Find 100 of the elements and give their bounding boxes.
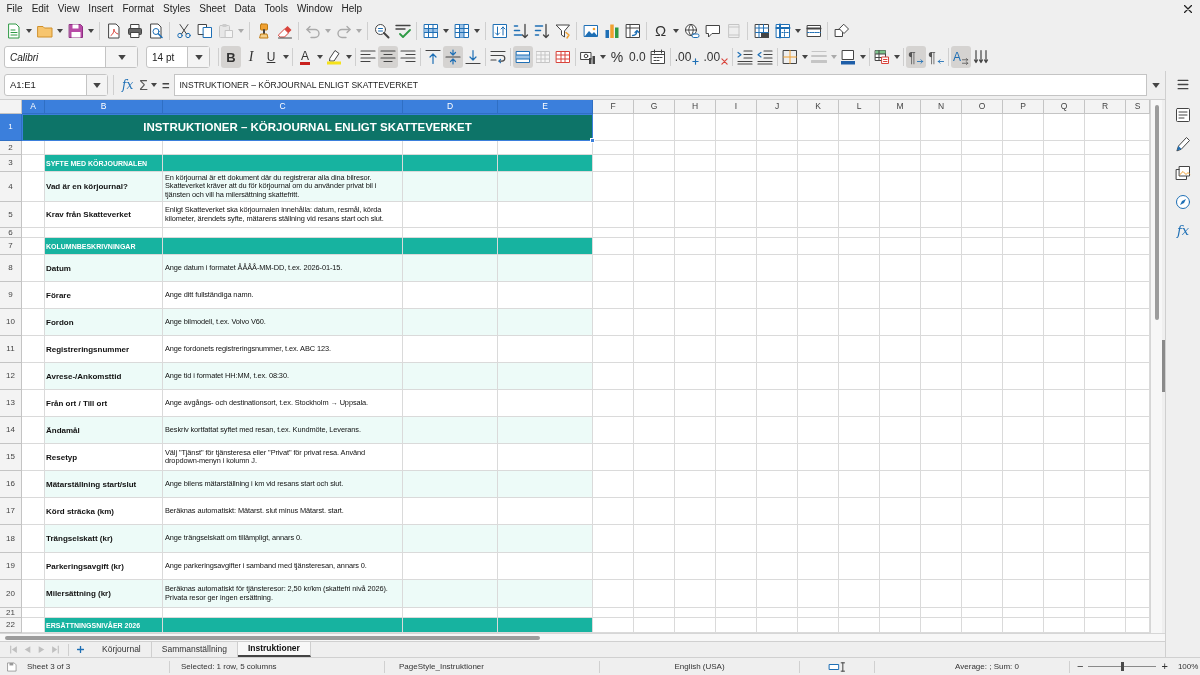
row-header[interactable]: 1 xyxy=(0,114,22,141)
properties-icon[interactable] xyxy=(1175,106,1191,123)
menu-item[interactable]: Edit xyxy=(27,4,54,14)
align-middle-button[interactable] xyxy=(443,46,463,68)
column-header[interactable]: B xyxy=(45,100,163,114)
sum-button[interactable]: Σ xyxy=(136,78,148,92)
row-header[interactable]: 6 xyxy=(0,228,22,238)
right-to-left-button[interactable]: ¶ xyxy=(926,46,947,68)
menu-item[interactable]: Data xyxy=(229,4,261,14)
caret-icon[interactable] xyxy=(795,28,801,33)
column-header[interactable]: I xyxy=(716,100,757,114)
caret-icon[interactable] xyxy=(345,55,352,59)
font-size-field[interactable]: 14 pt xyxy=(146,46,210,68)
column-header[interactable]: A xyxy=(22,100,45,114)
row-header[interactable]: 20 xyxy=(0,580,22,608)
column-header[interactable]: M xyxy=(880,100,921,114)
row-header[interactable]: 15 xyxy=(0,444,22,471)
align-center-button[interactable] xyxy=(378,46,398,68)
column-header[interactable]: P xyxy=(1003,100,1044,114)
row-header[interactable]: 13 xyxy=(0,390,22,417)
row-header[interactable]: 18 xyxy=(0,525,22,553)
delete-decimal-button[interactable]: .00 xyxy=(701,46,731,68)
function-wizard-button[interactable]: fx xyxy=(119,79,137,91)
add-decimal-button[interactable]: .00 xyxy=(672,46,702,68)
scrollbar-thumb[interactable] xyxy=(5,635,540,640)
column-header[interactable]: F xyxy=(593,100,634,114)
pen-icon[interactable] xyxy=(1175,135,1191,152)
language[interactable]: English (USA) xyxy=(674,662,725,671)
column-header[interactable]: J xyxy=(757,100,798,114)
zoom-value[interactable]: 100% xyxy=(1169,662,1199,671)
column-header[interactable]: R xyxy=(1085,100,1126,114)
sheet-tab[interactable]: Instruktioner xyxy=(237,642,311,657)
caret-icon[interactable] xyxy=(150,83,157,87)
column-header[interactable]: S xyxy=(1126,100,1150,114)
column-header[interactable]: C xyxy=(163,100,403,114)
formula-button[interactable]: = xyxy=(159,78,172,92)
caret-icon[interactable] xyxy=(26,28,32,33)
sidebar-handle[interactable] xyxy=(1162,340,1165,392)
row-header[interactable]: 10 xyxy=(0,309,22,336)
caret-icon[interactable] xyxy=(117,54,126,60)
menu-item[interactable]: Tools xyxy=(260,4,293,14)
row-header[interactable]: 4 xyxy=(0,172,22,202)
row-header[interactable]: 14 xyxy=(0,417,22,444)
caret-icon[interactable] xyxy=(443,28,449,33)
underline-button[interactable]: U xyxy=(261,46,281,68)
column-header[interactable]: L xyxy=(839,100,880,114)
bold-button[interactable]: B xyxy=(221,46,241,68)
column-header[interactable]: G xyxy=(634,100,675,114)
menu-item[interactable]: Help xyxy=(337,4,367,14)
menu-item[interactable]: Styles xyxy=(158,4,195,14)
caret-icon[interactable] xyxy=(673,28,679,33)
vertical-scrollbar[interactable] xyxy=(1150,100,1162,633)
menu-item[interactable]: View xyxy=(53,4,84,14)
selection-mode-icon[interactable] xyxy=(827,661,847,672)
column-header[interactable]: Q xyxy=(1044,100,1085,114)
row-header[interactable]: 22 xyxy=(0,618,22,633)
row-header[interactable]: 5 xyxy=(0,202,22,228)
row-header[interactable]: 19 xyxy=(0,553,22,580)
row-header[interactable]: 11 xyxy=(0,336,22,363)
menu-item[interactable]: Window xyxy=(292,4,337,14)
special-character-button[interactable]: Ω xyxy=(650,19,671,42)
formula-input[interactable]: INSTRUKTIONER – KÖRJOURNAL ENLIGT SKATTEVERKET xyxy=(174,74,1147,96)
italic-button[interactable]: I xyxy=(241,46,261,68)
row-header[interactable]: 2 xyxy=(0,141,22,155)
merge-cells-button[interactable] xyxy=(513,46,533,68)
left-to-right-button[interactable]: ¶ xyxy=(906,46,927,68)
caret-icon[interactable] xyxy=(893,55,900,59)
compass-icon[interactable] xyxy=(1175,193,1191,210)
caret-icon[interactable] xyxy=(316,55,323,59)
caret-icon[interactable] xyxy=(57,28,63,33)
percent-button[interactable]: % xyxy=(607,46,627,68)
caret-icon[interactable] xyxy=(859,55,866,59)
menu-item[interactable]: Insert xyxy=(83,4,118,14)
caret-icon[interactable] xyxy=(194,54,203,60)
caret-icon[interactable] xyxy=(88,28,94,33)
fill-handle[interactable] xyxy=(590,138,595,143)
column-header[interactable]: N xyxy=(921,100,962,114)
text-direction-button[interactable]: A xyxy=(951,46,972,68)
row-header[interactable]: 17 xyxy=(0,498,22,525)
caret-icon[interactable] xyxy=(599,55,606,59)
column-header[interactable]: K xyxy=(798,100,839,114)
column-header[interactable]: E xyxy=(498,100,593,114)
zoom-out-button[interactable]: − xyxy=(1075,661,1086,672)
row-header[interactable]: 16 xyxy=(0,471,22,498)
caret-icon[interactable] xyxy=(1152,82,1160,88)
scrollbar-thumb[interactable] xyxy=(1154,105,1159,320)
document-icon[interactable] xyxy=(7,661,17,672)
gallery-icon[interactable] xyxy=(1175,164,1191,181)
column-header[interactable]: H xyxy=(675,100,716,114)
column-header[interactable]: D xyxy=(403,100,498,114)
row-header[interactable]: 12 xyxy=(0,363,22,390)
font-name-field[interactable]: Calibri xyxy=(4,46,138,68)
font-color-button[interactable]: A xyxy=(295,46,315,68)
menu-item[interactable]: Format xyxy=(117,4,159,14)
column-header[interactable]: O xyxy=(962,100,1003,114)
slider-thumb[interactable] xyxy=(1120,662,1124,671)
row-header[interactable]: 7 xyxy=(0,238,22,255)
row-header[interactable]: 3 xyxy=(0,155,22,172)
caret-icon[interactable] xyxy=(93,82,101,88)
menu-item[interactable]: Sheet xyxy=(194,4,230,14)
